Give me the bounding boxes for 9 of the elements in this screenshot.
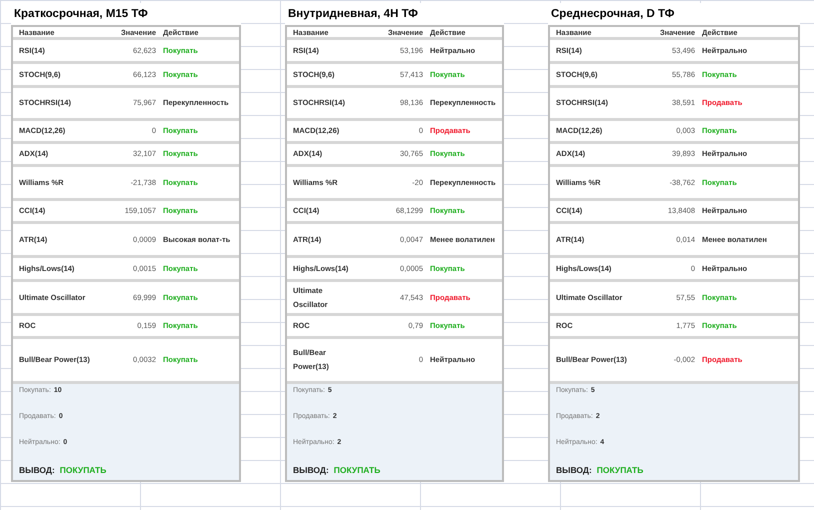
conclusion-label: ВЫВОД: — [556, 464, 592, 477]
panel-title: Среднесрочная, D ТФ — [548, 3, 800, 25]
conclusion-label: ВЫВОД: — [293, 464, 329, 477]
conclusion-label: ВЫВОД: — [19, 464, 55, 477]
conclusion-value: ПОКУПАТЬ — [334, 464, 380, 477]
conclusion-value: ПОКУПАТЬ — [596, 464, 644, 477]
panel-title: Краткосрочная, M15 ТФ — [11, 3, 241, 25]
panel-title: Внутридневная, 4H ТФ — [285, 3, 504, 25]
conclusion-value: ПОКУПАТЬ — [60, 464, 106, 477]
